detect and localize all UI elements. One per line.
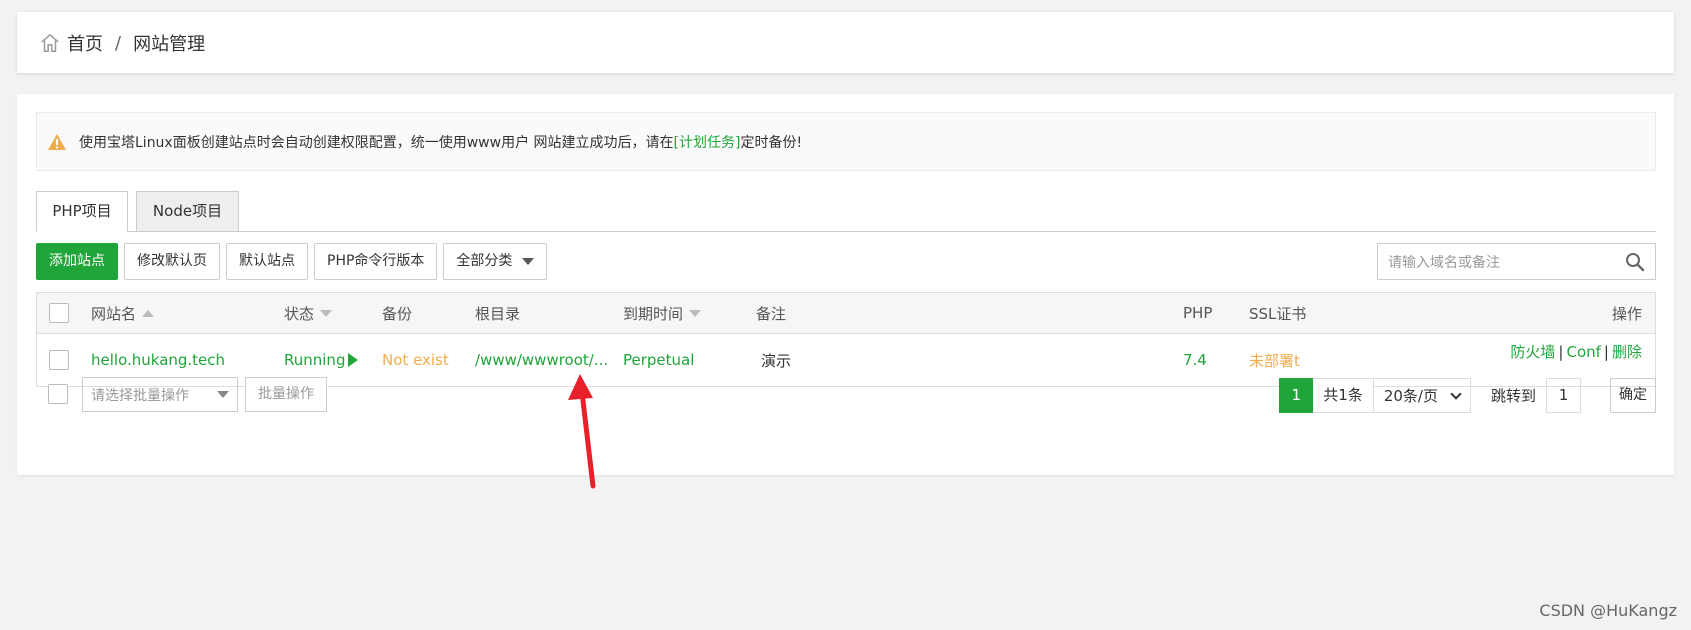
add-site-button[interactable]: 添加站点 bbox=[36, 243, 118, 280]
php-cli-version-button[interactable]: PHP命令行版本 bbox=[314, 243, 438, 280]
breadcrumb-home[interactable]: 首页 bbox=[67, 30, 103, 56]
breadcrumb-bar: 首页 / 网站管理 bbox=[17, 12, 1674, 73]
per-page-select[interactable]: 20条/页 bbox=[1373, 378, 1471, 413]
category-select[interactable]: 全部分类 bbox=[443, 243, 548, 280]
edit-default-page-button[interactable]: 修改默认页 bbox=[124, 243, 220, 280]
header-backup: 备份 bbox=[382, 304, 413, 323]
notice-text-after: 定时备份! bbox=[740, 134, 803, 151]
select-all-cell bbox=[49, 293, 69, 333]
header-ssl: SSL证书 bbox=[1249, 304, 1307, 323]
table-header: 网站名 状态 备份 根目录 到期时间 备注 PHP SSL证书 操作 bbox=[37, 293, 1655, 334]
table-footer: 请选择批量操作 批量操作 1 共1条 20条/页 跳转到 1 确定 bbox=[36, 377, 1656, 414]
jump-label: 跳转到 bbox=[1490, 387, 1536, 405]
play-icon bbox=[348, 353, 359, 367]
toolbar: 添加站点 修改默认页 默认站点 PHP命令行版本 全部分类 bbox=[36, 243, 553, 280]
batch-operation-select[interactable]: 请选择批量操作 bbox=[82, 377, 238, 412]
header-ops: 操作 bbox=[1611, 304, 1642, 323]
batch-select-placeholder: 请选择批量操作 bbox=[91, 387, 189, 404]
header-status[interactable]: 状态 bbox=[284, 293, 333, 333]
tab-node-project[interactable]: Node项目 bbox=[136, 191, 239, 232]
site-status-label: Running bbox=[284, 351, 346, 369]
header-expire-label: 到期时间 bbox=[623, 304, 684, 323]
chevron-down-icon bbox=[1450, 387, 1462, 400]
header-expire[interactable]: 到期时间 bbox=[623, 293, 702, 333]
notice-text-before: 使用宝塔Linux面板创建站点时会自动创建权限配置，统一使用www用户 网站建立… bbox=[79, 134, 674, 151]
header-root: 根目录 bbox=[475, 304, 521, 323]
row-checkbox[interactable] bbox=[49, 350, 69, 370]
sort-asc-icon bbox=[142, 309, 155, 317]
actions-separator: | bbox=[1558, 343, 1564, 361]
firewall-link[interactable]: 防火墙 bbox=[1510, 343, 1555, 361]
footer-select-all-checkbox[interactable] bbox=[48, 384, 68, 404]
scheduled-task-link[interactable]: [计划任务] bbox=[674, 132, 741, 152]
breadcrumb: 首页 / 网站管理 bbox=[39, 30, 205, 56]
notice-banner: 使用宝塔Linux面板创建站点时会自动创建权限配置，统一使用www用户 网站建立… bbox=[36, 112, 1656, 171]
default-site-button[interactable]: 默认站点 bbox=[226, 243, 308, 280]
conf-link[interactable]: Conf bbox=[1566, 343, 1600, 361]
dropdown-arrow-icon bbox=[522, 258, 535, 265]
breadcrumb-separator: / bbox=[115, 32, 122, 54]
dropdown-arrow-icon bbox=[217, 391, 229, 398]
header-remark: 备注 bbox=[756, 304, 787, 323]
jump-confirm-button[interactable]: 确定 bbox=[1610, 378, 1656, 413]
batch-operation-button[interactable]: 批量操作 bbox=[245, 377, 327, 412]
per-page-value: 20条/页 bbox=[1383, 387, 1438, 405]
breadcrumb-current: 网站管理 bbox=[133, 34, 206, 55]
row-actions: 防火墙 | Conf | 删除 bbox=[1502, 342, 1642, 362]
search-icon[interactable] bbox=[1625, 252, 1645, 272]
search-box bbox=[1377, 243, 1656, 280]
category-select-value: 全部分类 bbox=[456, 253, 513, 269]
select-all-checkbox[interactable] bbox=[49, 303, 69, 323]
header-php: PHP bbox=[1183, 304, 1213, 322]
search-input[interactable] bbox=[1388, 253, 1625, 270]
header-name[interactable]: 网站名 bbox=[91, 293, 155, 333]
warning-icon bbox=[48, 133, 66, 150]
header-status-label: 状态 bbox=[284, 304, 315, 323]
watermark: CSDN @HuKangz bbox=[1539, 601, 1677, 620]
actions-separator: | bbox=[1603, 343, 1609, 361]
home-icon[interactable] bbox=[39, 32, 61, 54]
sort-desc-icon bbox=[689, 309, 702, 317]
site-management-panel: 使用宝塔Linux面板创建站点时会自动创建权限配置，统一使用www用户 网站建立… bbox=[17, 94, 1674, 475]
page-total: 共1条 bbox=[1313, 378, 1374, 413]
sites-table: 网站名 状态 备份 根目录 到期时间 备注 PHP SSL证书 操作 hello… bbox=[36, 292, 1656, 387]
sort-desc-icon bbox=[320, 309, 333, 317]
project-tabs: PHP项目 Node项目 bbox=[36, 191, 1656, 232]
pagination: 1 共1条 20条/页 跳转到 1 确定 bbox=[1279, 377, 1656, 414]
delete-link[interactable]: 删除 bbox=[1612, 343, 1642, 361]
jump-input[interactable]: 1 bbox=[1546, 378, 1581, 413]
annotation-arrow-icon bbox=[568, 374, 596, 489]
page-current[interactable]: 1 bbox=[1279, 378, 1314, 413]
header-name-label: 网站名 bbox=[91, 304, 137, 323]
tab-php-project[interactable]: PHP项目 bbox=[36, 191, 128, 232]
